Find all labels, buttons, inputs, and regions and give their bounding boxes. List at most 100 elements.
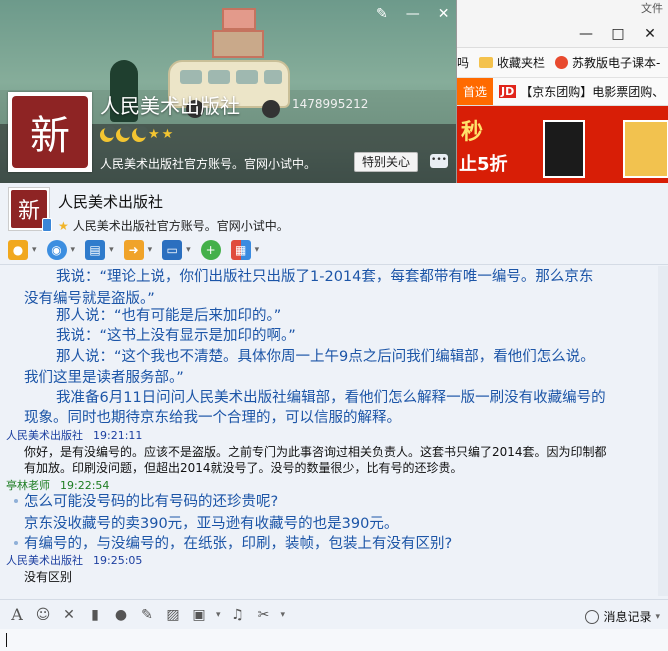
chat-header: 新 人民美术出版社 ★ 人民美术出版社官方账号。官网小试中。 (0, 183, 668, 235)
chevron-down-icon[interactable]: ▾ (109, 245, 114, 255)
moon-icon (132, 126, 148, 142)
apps-button[interactable]: ▦ ▾ (230, 238, 260, 262)
chevron-down-icon[interactable]: ▾ (148, 245, 153, 255)
browser-menu-file[interactable]: 文件 (641, 0, 663, 16)
chat-avatar[interactable]: 新 (8, 187, 52, 232)
scissors-icon[interactable]: ✂ (255, 606, 273, 624)
video-camera-icon: ◉ (46, 239, 67, 260)
apps-grid-icon: ▦ (230, 239, 251, 260)
star-icon: ★ (161, 127, 174, 142)
folder-transfer-icon: ➜ (123, 239, 144, 260)
sender-name: 人民美术出版社 (6, 554, 83, 567)
message-line: 京东没收藏号的卖390元，亚马逊有收藏号的也是390元。 (24, 516, 399, 532)
tab-jd-groupbuy[interactable]: 【京东团购】电影票团购、 (520, 83, 664, 100)
browser-minimize-button[interactable]: — (579, 26, 593, 42)
message-line: 我说：“这书上没有显示是加印的啊。” (56, 328, 296, 344)
history-label: 消息记录 (603, 610, 652, 624)
message-time: 19:25:05 (93, 554, 143, 567)
gift-icon[interactable]: ▨ (164, 606, 182, 624)
browser-title-bar: 文件 — □ ✕ (457, 0, 668, 48)
chevron-down-icon[interactable]: ▾ (255, 245, 260, 255)
message-line: 怎么可能没号码的比有号码的还珍贵呢? (24, 494, 279, 510)
card-gift-box (212, 30, 264, 58)
microphone-icon: ● (8, 239, 28, 260)
message-line: 有加放。印刷没问题，但超出2014就没号了。没号的数量很少，比有号的还珍贵。 (24, 461, 463, 475)
ad-book-image (543, 120, 585, 178)
card-minimize-button[interactable]: — (406, 6, 420, 22)
shake-icon[interactable]: ✕ (60, 606, 78, 624)
browser-tab-strip: 首选 JD 【京东团购】电影票团购、 (457, 78, 668, 106)
message-sender[interactable]: 人民美术出版社 19:21:11 (6, 427, 142, 443)
folder-icon (479, 57, 494, 68)
video-call-button[interactable]: ◉ ▾ (46, 238, 76, 262)
message-line: 那人说：“也有可能是后来加印的。” (56, 308, 282, 324)
bookmark-favorites-folder[interactable]: 收藏夹栏 (479, 54, 545, 71)
monitor-icon: ▭ (162, 239, 183, 260)
edit-icon[interactable]: ✎ (138, 606, 156, 624)
chat-toolbar: ● ▾ ◉ ▾ ▤ ▾ ➜ ▾ ▭ ▾ + ▦ ▾ (0, 235, 668, 265)
chat-title[interactable]: 人民美术出版社 (58, 191, 163, 212)
chevron-down-icon[interactable]: ▾ (655, 612, 660, 622)
browser-maximize-button[interactable]: □ (611, 26, 625, 42)
message-time: 19:21:11 (93, 429, 143, 442)
special-care-button[interactable]: 特别关心 (354, 152, 418, 172)
voice-message-icon[interactable]: ▮ (86, 606, 104, 624)
message-line: 那人说：“这个我也不清楚。具体你周一上午9点之后问我们编辑部，看他们怎么说。 (56, 349, 595, 365)
card-gift-box (222, 8, 256, 30)
message-line: 我们这里是读者服务部。” (24, 370, 184, 386)
message-line: 我准备6月11日问问人民美术出版社编辑部，看他们怎么解释一版一刷没有收藏编号的 (56, 390, 606, 406)
voice-call-button[interactable]: ● ▾ (8, 238, 37, 262)
chevron-down-icon[interactable]: ▾ (32, 245, 37, 255)
message-line: 我说：“理论上说，你们出版社只出版了1-2014套，每套都带有唯一编号。那么京东 (56, 269, 594, 285)
image-icon[interactable]: ▣ (190, 606, 208, 624)
add-chat-icon: + (200, 239, 221, 260)
microphone-icon[interactable]: ● (112, 606, 130, 624)
clock-icon (585, 609, 600, 624)
bullet-dot (14, 499, 18, 503)
font-icon[interactable]: A (8, 605, 26, 624)
ad-text-1: 秒 (461, 120, 484, 145)
moon-icon (116, 126, 132, 142)
bookmark-textbook[interactable]: 苏教版电子课本- (555, 54, 660, 71)
remote-assist-button[interactable]: ▭ ▾ (162, 238, 191, 262)
ad-text-2: 止5折 (459, 154, 508, 175)
tab-first[interactable]: 首选 (457, 78, 494, 105)
chevron-down-icon[interactable]: ▾ (216, 610, 221, 620)
sender-name: 人民美术出版社 (6, 429, 83, 442)
message-input[interactable] (0, 629, 668, 651)
message-history-button[interactable]: 消息记录 ▾ (585, 608, 660, 625)
bookmarks-bar: 吗 收藏夹栏 苏教版电子课本- (457, 48, 668, 78)
screen-share-button[interactable]: ▤ ▾ (85, 238, 114, 262)
message-scrollbar[interactable] (658, 266, 668, 596)
file-transfer-button[interactable]: ➜ ▾ (123, 238, 153, 262)
background-browser-window: 文件 — □ ✕ 吗 收藏夹栏 苏教版电子课本- 首选 JD 【京东团购】电影票… (456, 0, 668, 183)
chevron-down-icon[interactable]: ▾ (281, 610, 286, 620)
message-line: 你好，是有没编号的。应该不是盗版。之前专门为此事咨询过相关负责人。这套书只编了2… (24, 445, 607, 459)
moon-icon (100, 126, 116, 142)
profile-avatar[interactable]: 新 (8, 92, 92, 172)
chevron-down-icon[interactable]: ▾ (186, 245, 191, 255)
bullet-dot (14, 541, 18, 545)
bookmark-item[interactable]: 吗 (457, 54, 469, 71)
chat-signature: ★ 人民美术出版社官方账号。官网小试中。 (58, 219, 289, 233)
music-icon[interactable]: ♫ (229, 606, 247, 624)
profile-card: ✎ — ✕ 新 人民美术出版社 1478995212 ★ ★ 人民美术出版社官方… (0, 0, 456, 183)
create-group-button[interactable]: + (200, 238, 221, 262)
screen-share-icon: ▤ (85, 239, 106, 260)
star-icon: ★ (58, 219, 69, 233)
message-line: 现象。同时也期待京东给我一个合理的，可以信服的解释。 (24, 410, 401, 426)
card-close-button[interactable]: ✕ (438, 6, 450, 22)
chevron-down-icon[interactable]: ▾ (71, 245, 76, 255)
level-badges[interactable]: ★ ★ (100, 126, 174, 142)
skin-brush-icon[interactable]: ✎ (376, 6, 388, 22)
message-sender[interactable]: 人民美术出版社 19:25:05 (6, 552, 142, 568)
ad-banner[interactable]: 秒 止5折 (457, 106, 668, 183)
mobile-online-icon (42, 218, 52, 232)
seal-logo: 新 (12, 96, 88, 168)
profile-name: 人民美术出版社 (100, 94, 240, 118)
chat-bubble-icon[interactable]: ••• (430, 154, 448, 168)
ad-book-image (623, 120, 668, 178)
browser-close-button[interactable]: ✕ (643, 26, 657, 42)
emoji-icon[interactable]: ☺ (34, 606, 52, 624)
profile-signature: 人民美术出版社官方账号。官网小试中。 (100, 157, 317, 171)
